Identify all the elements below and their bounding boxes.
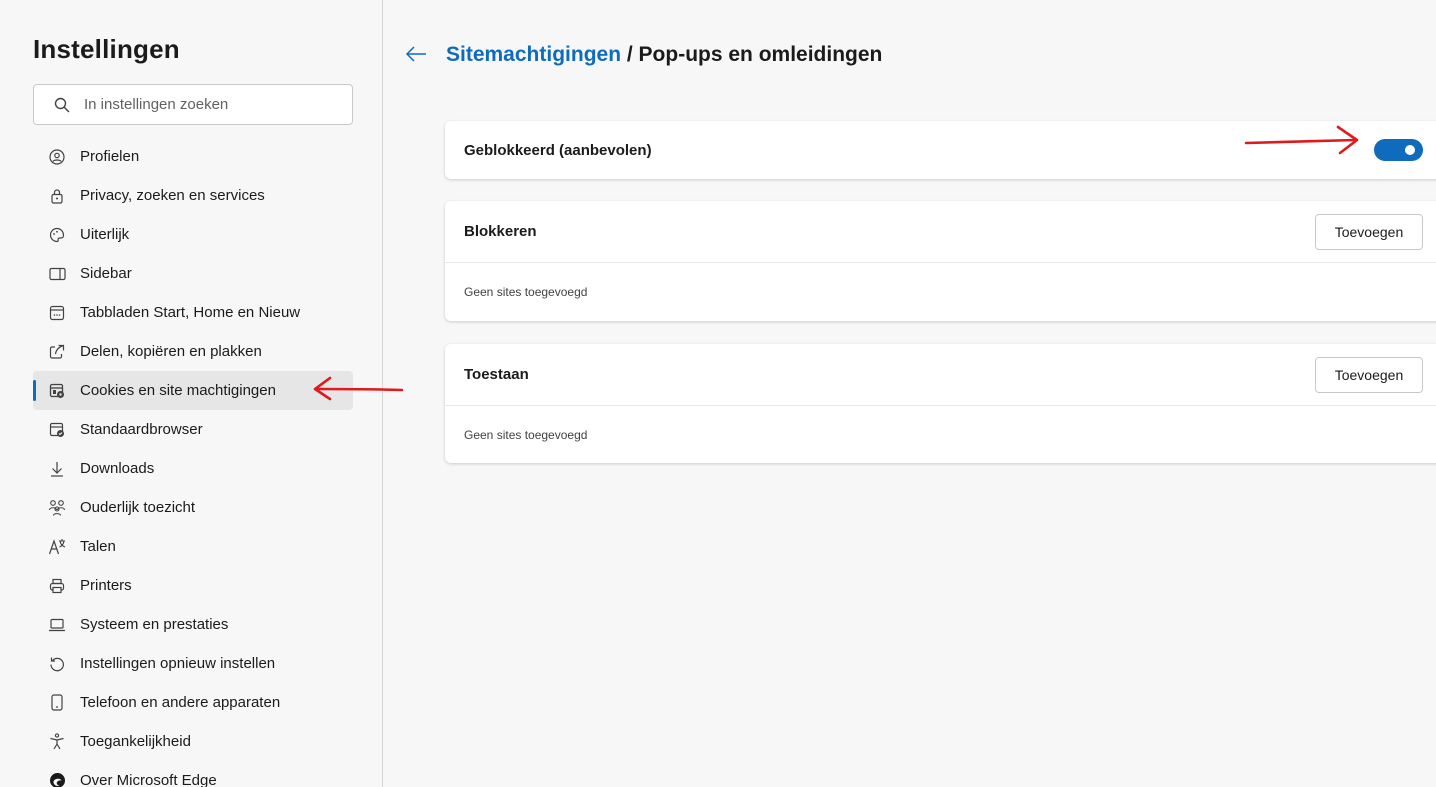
sidebar-item-delen[interactable]: Delen, kopiëren en plakken — [33, 332, 353, 371]
blocked-toggle[interactable] — [1374, 139, 1423, 161]
sidebar-item-label: Standaardbrowser — [80, 421, 203, 438]
appearance-icon — [48, 226, 66, 244]
sidebar-item-privacy[interactable]: Privacy, zoeken en services — [33, 176, 353, 215]
allow-add-button[interactable]: Toevoegen — [1315, 357, 1423, 393]
reset-icon — [48, 655, 66, 673]
allow-list-title: Toestaan — [464, 366, 529, 383]
sidebar-item-label: Printers — [80, 577, 132, 594]
sidebar-item-standaardbrowser[interactable]: Standaardbrowser — [33, 410, 353, 449]
search-icon — [54, 97, 70, 112]
settings-search-box[interactable] — [33, 84, 353, 125]
sidebar-item-label: Sidebar — [80, 265, 132, 282]
sidebar-item-label: Profielen — [80, 148, 140, 165]
sidebar-item-reset[interactable]: Instellingen opnieuw instellen — [33, 644, 353, 683]
sidebar-item-cookies[interactable]: Cookies en site machtigingen — [33, 371, 353, 410]
sidebar-item-talen[interactable]: Talen — [33, 527, 353, 566]
laptop-icon — [48, 616, 66, 634]
breadcrumb-link-sitemachtigingen[interactable]: Sitemachtigingen — [446, 43, 621, 66]
sidebar-item-label: Uiterlijk — [80, 226, 130, 243]
block-list-empty: Geen sites toegevoegd — [445, 262, 1436, 321]
block-add-button[interactable]: Toevoegen — [1315, 214, 1423, 250]
page-title: Pop-ups en omleidingen — [638, 43, 883, 66]
profile-icon — [48, 148, 66, 166]
accessibility-icon — [48, 733, 66, 751]
back-arrow-icon[interactable] — [405, 44, 427, 64]
sidebar-item-label: Delen, kopiëren en plakken — [80, 343, 262, 360]
sidebar-item-toegankelijkheid[interactable]: Toegankelijkheid — [33, 722, 353, 761]
allow-list-empty: Geen sites toegevoegd — [445, 405, 1436, 463]
blocked-setting-row: Geblokkeerd (aanbevolen) — [445, 121, 1436, 179]
settings-window: Instellingen Profielen Privacy, zoeken e… — [0, 0, 1436, 787]
sidebar-item-label: Downloads — [80, 460, 155, 477]
sidebar-item-telefoon[interactable]: Telefoon en andere apparaten — [33, 683, 353, 722]
sidebar-item-sidebar[interactable]: Sidebar — [33, 254, 353, 293]
sidebar-icon — [48, 265, 66, 283]
cookies-icon — [48, 382, 66, 400]
sidebar-item-label: Instellingen opnieuw instellen — [80, 655, 276, 672]
toggle-knob — [1405, 145, 1415, 155]
settings-sidebar: Instellingen Profielen Privacy, zoeken e… — [0, 0, 383, 787]
sidebar-item-label: Cookies en site machtigingen — [80, 382, 276, 399]
sidebar-item-printers[interactable]: Printers — [33, 566, 353, 605]
share-icon — [48, 343, 66, 361]
sidebar-item-ouderlijk[interactable]: Ouderlijk toezicht — [33, 488, 353, 527]
breadcrumb: Sitemachtigingen / Pop-ups en omleidinge… — [446, 43, 882, 67]
default-browser-icon — [48, 421, 66, 439]
languages-icon — [48, 538, 66, 556]
breadcrumb-separator: / — [621, 43, 639, 66]
sidebar-item-label: Toegankelijkheid — [80, 733, 191, 750]
sidebar-item-systeem[interactable]: Systeem en prestaties — [33, 605, 353, 644]
phone-icon — [48, 694, 66, 712]
blocked-setting-card: Geblokkeerd (aanbevolen) — [445, 121, 1436, 179]
allow-list-header: Toestaan Toevoegen — [445, 344, 1436, 405]
sidebar-item-downloads[interactable]: Downloads — [33, 449, 353, 488]
block-list-title: Blokkeren — [464, 223, 537, 240]
sidebar-title: Instellingen — [33, 34, 180, 64]
search-input[interactable] — [84, 96, 334, 113]
edge-logo-icon — [48, 772, 66, 787]
sidebar-item-tabbladen[interactable]: Tabbladen Start, Home en Nieuw — [33, 293, 353, 332]
sidebar-item-label: Telefoon en andere apparaten — [80, 694, 281, 711]
sidebar-item-profielen[interactable]: Profielen — [33, 137, 353, 176]
block-list-header: Blokkeren Toevoegen — [445, 201, 1436, 262]
sidebar-item-label: Systeem en prestaties — [80, 616, 229, 633]
sidebar-item-label: Ouderlijk toezicht — [80, 499, 196, 516]
block-list-card: Blokkeren Toevoegen Geen sites toegevoeg… — [445, 201, 1436, 321]
allow-list-card: Toestaan Toevoegen Geen sites toegevoegd — [445, 344, 1436, 463]
sidebar-item-label: Privacy, zoeken en services — [80, 187, 265, 204]
lock-icon — [48, 187, 66, 205]
sidebar-item-uiterlijk[interactable]: Uiterlijk — [33, 215, 353, 254]
sidebar-nav: Profielen Privacy, zoeken en services Ui… — [33, 137, 353, 787]
blocked-setting-label: Geblokkeerd (aanbevolen) — [464, 141, 652, 159]
printer-icon — [48, 577, 66, 595]
sidebar-item-label: Talen — [80, 538, 116, 555]
download-icon — [48, 460, 66, 478]
sidebar-item-label: Over Microsoft Edge — [80, 772, 217, 787]
sidebar-item-over-edge[interactable]: Over Microsoft Edge — [33, 761, 353, 787]
sidebar-item-label: Tabbladen Start, Home en Nieuw — [80, 304, 301, 321]
new-tab-icon — [48, 304, 66, 322]
family-icon — [48, 499, 66, 517]
